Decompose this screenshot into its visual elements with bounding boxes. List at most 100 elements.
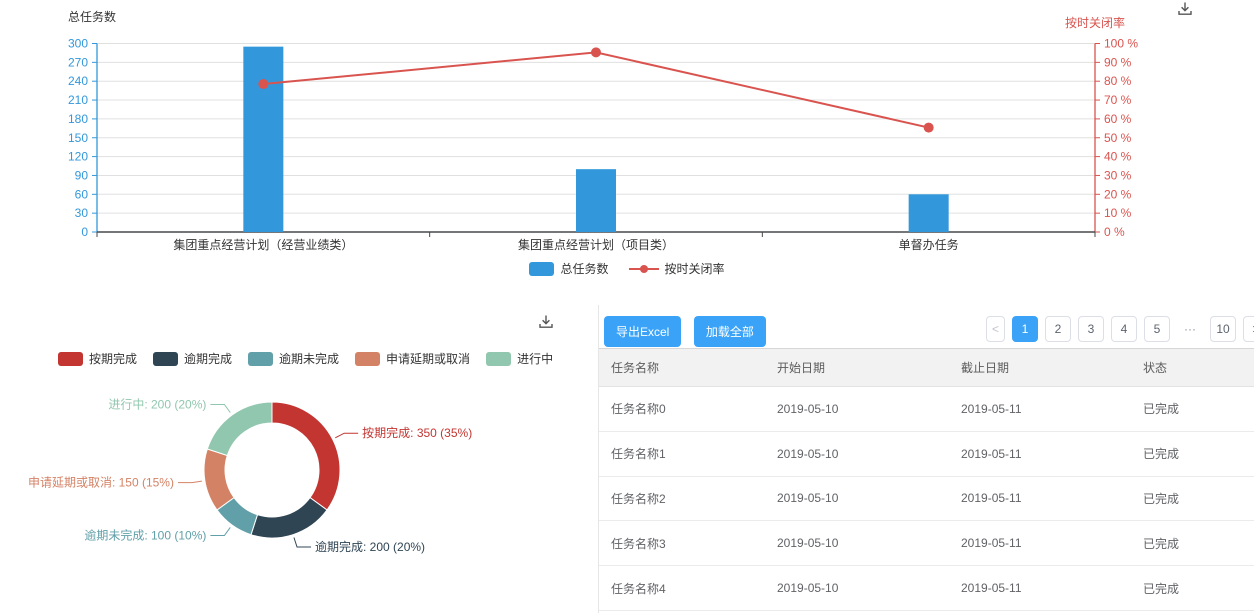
pie-label-line (210, 404, 230, 412)
pie-slice-申请延期或取消[interactable] (204, 449, 234, 510)
pie-label: 逾期完成: 200 (20%) (315, 539, 425, 554)
right-axis-tick-label: 20 % (1104, 187, 1132, 201)
legend-swatch (486, 352, 511, 366)
table-cell: 2019-05-10 (765, 387, 949, 432)
table-cell: 2019-05-10 (765, 431, 949, 476)
column-header-开始日期: 开始日期 (765, 349, 949, 387)
legend-label: 逾期完成 (184, 350, 232, 367)
right-axis-tick-label: 80 % (1104, 74, 1132, 88)
legend-item-逾期完成[interactable]: 逾期完成 (153, 350, 232, 367)
right-axis-tick-label: 90 % (1104, 55, 1132, 69)
task-table: 任务名称开始日期截止日期状态 任务名称02019-05-102019-05-11… (599, 348, 1254, 611)
right-axis-tick-label: 30 % (1104, 168, 1132, 182)
pie-slice-进行中[interactable] (207, 402, 272, 455)
pagination-page-2[interactable]: 2 (1045, 316, 1071, 342)
column-header-状态: 状态 (1131, 349, 1254, 387)
pagination-page-10[interactable]: 10 (1210, 316, 1236, 342)
category-label: 单督办任务 (899, 237, 959, 252)
legend-item-line[interactable]: 按时关闭率 (629, 260, 725, 277)
pie-label-line (335, 433, 358, 438)
export-excel-button[interactable]: 导出Excel (604, 316, 681, 347)
table-cell: 2019-05-11 (949, 387, 1131, 432)
table-row: 任务名称32019-05-102019-05-11已完成 (599, 521, 1254, 566)
pie-label: 逾期未完成: 100 (10%) (84, 528, 206, 543)
right-axis-tick-label: 40 % (1104, 150, 1132, 164)
right-axis-tick-label: 100 % (1104, 37, 1138, 51)
table-cell: 2019-05-10 (765, 521, 949, 566)
legend-label: 按时关闭率 (665, 260, 725, 277)
table-cell: 已完成 (1131, 521, 1254, 566)
pie-label-line (178, 481, 202, 483)
left-axis-tick-label: 30 (75, 206, 89, 220)
combo-chart: 03060901201501802102402703000 %10 %20 %3… (0, 0, 1254, 300)
task-table-wrap: 任务名称开始日期截止日期状态 任务名称02019-05-102019-05-11… (599, 348, 1254, 611)
legend-item-bar[interactable]: 总任务数 (529, 260, 608, 277)
line-point[interactable] (924, 123, 934, 133)
legend-item-申请延期或取消[interactable]: 申请延期或取消 (355, 350, 470, 367)
legend-item-按期完成[interactable]: 按期完成 (58, 350, 137, 367)
legend-swatch (248, 352, 273, 366)
pagination-page-3[interactable]: 3 (1078, 316, 1104, 342)
left-axis-tick-label: 210 (68, 93, 88, 107)
table-cell: 已完成 (1131, 476, 1254, 521)
pagination-page-5[interactable]: 5 (1144, 316, 1170, 342)
legend-label: 按期完成 (89, 350, 137, 367)
bar-总任务数[interactable] (909, 194, 949, 232)
table-header-row: 任务名称开始日期截止日期状态 (599, 349, 1254, 387)
legend-item-进行中[interactable]: 进行中 (486, 350, 553, 367)
table-cell: 已完成 (1131, 566, 1254, 611)
legend-swatch (153, 352, 178, 366)
legend-item-逾期未完成[interactable]: 逾期未完成 (248, 350, 339, 367)
pie-label: 进行中: 200 (20%) (108, 396, 206, 411)
legend-label: 总任务数 (560, 260, 608, 277)
right-axis-tick-label: 60 % (1104, 112, 1132, 126)
pagination-ellipsis[interactable]: ··· (1177, 316, 1203, 342)
legend-label: 申请延期或取消 (386, 350, 470, 367)
pie-legend: 按期完成 逾期完成 逾期未完成 申请延期或取消 进行中 (58, 350, 553, 367)
left-axis-tick-label: 300 (68, 37, 88, 51)
left-axis-tick-label: 150 (68, 131, 88, 145)
line-point[interactable] (258, 79, 268, 89)
table-cell: 任务名称2 (599, 476, 765, 521)
right-axis-tick-label: 10 % (1104, 206, 1132, 220)
table-row: 任务名称02019-05-102019-05-11已完成 (599, 387, 1254, 432)
task-table-panel: 导出Excel 加载全部 <12345 ··· 10 > 任务名称开始日期截止日期状态… (598, 305, 1254, 613)
left-axis-tick-label: 180 (68, 112, 88, 126)
left-axis-tick-label: 60 (75, 187, 89, 201)
legend-swatch (58, 352, 83, 366)
legend-swatch (355, 352, 380, 366)
legend-label: 逾期未完成 (279, 350, 339, 367)
bar-总任务数[interactable] (576, 169, 616, 232)
table-cell: 任务名称0 (599, 387, 765, 432)
line-按时关闭率[interactable] (263, 52, 928, 127)
table-cell: 2019-05-11 (949, 431, 1131, 476)
pie-label-line (210, 527, 230, 535)
pie-slice-按期完成[interactable] (272, 402, 340, 510)
column-header-任务名称: 任务名称 (599, 349, 765, 387)
column-header-截止日期: 截止日期 (949, 349, 1131, 387)
line-point[interactable] (591, 47, 601, 57)
table-row: 任务名称12019-05-102019-05-11已完成 (599, 431, 1254, 476)
table-cell: 2019-05-10 (765, 566, 949, 611)
table-cell: 2019-05-10 (765, 476, 949, 521)
table-cell: 2019-05-11 (949, 566, 1131, 611)
left-axis-tick-label: 120 (68, 150, 88, 164)
table-cell: 已完成 (1131, 431, 1254, 476)
legend-label: 进行中 (517, 350, 553, 367)
pagination-next[interactable]: > (1243, 316, 1254, 342)
pie-label: 申请延期或取消: 150 (15%) (28, 476, 174, 490)
left-axis-tick-label: 0 (81, 225, 88, 239)
right-axis-tick-label: 0 % (1104, 225, 1125, 239)
table-cell: 2019-05-11 (949, 521, 1131, 566)
table-row: 任务名称42019-05-102019-05-11已完成 (599, 566, 1254, 611)
pagination-page-4[interactable]: 4 (1111, 316, 1137, 342)
bar-总任务数[interactable] (243, 47, 283, 232)
pie-slice-逾期完成[interactable] (251, 498, 327, 538)
line-legend-icon (629, 262, 659, 276)
download-icon[interactable] (537, 314, 555, 330)
bar-legend-swatch (529, 262, 554, 276)
pagination-prev[interactable]: < (986, 316, 1005, 342)
pagination-page-1[interactable]: 1 (1012, 316, 1038, 342)
table-cell: 任务名称4 (599, 566, 765, 611)
load-all-button[interactable]: 加载全部 (694, 316, 766, 347)
